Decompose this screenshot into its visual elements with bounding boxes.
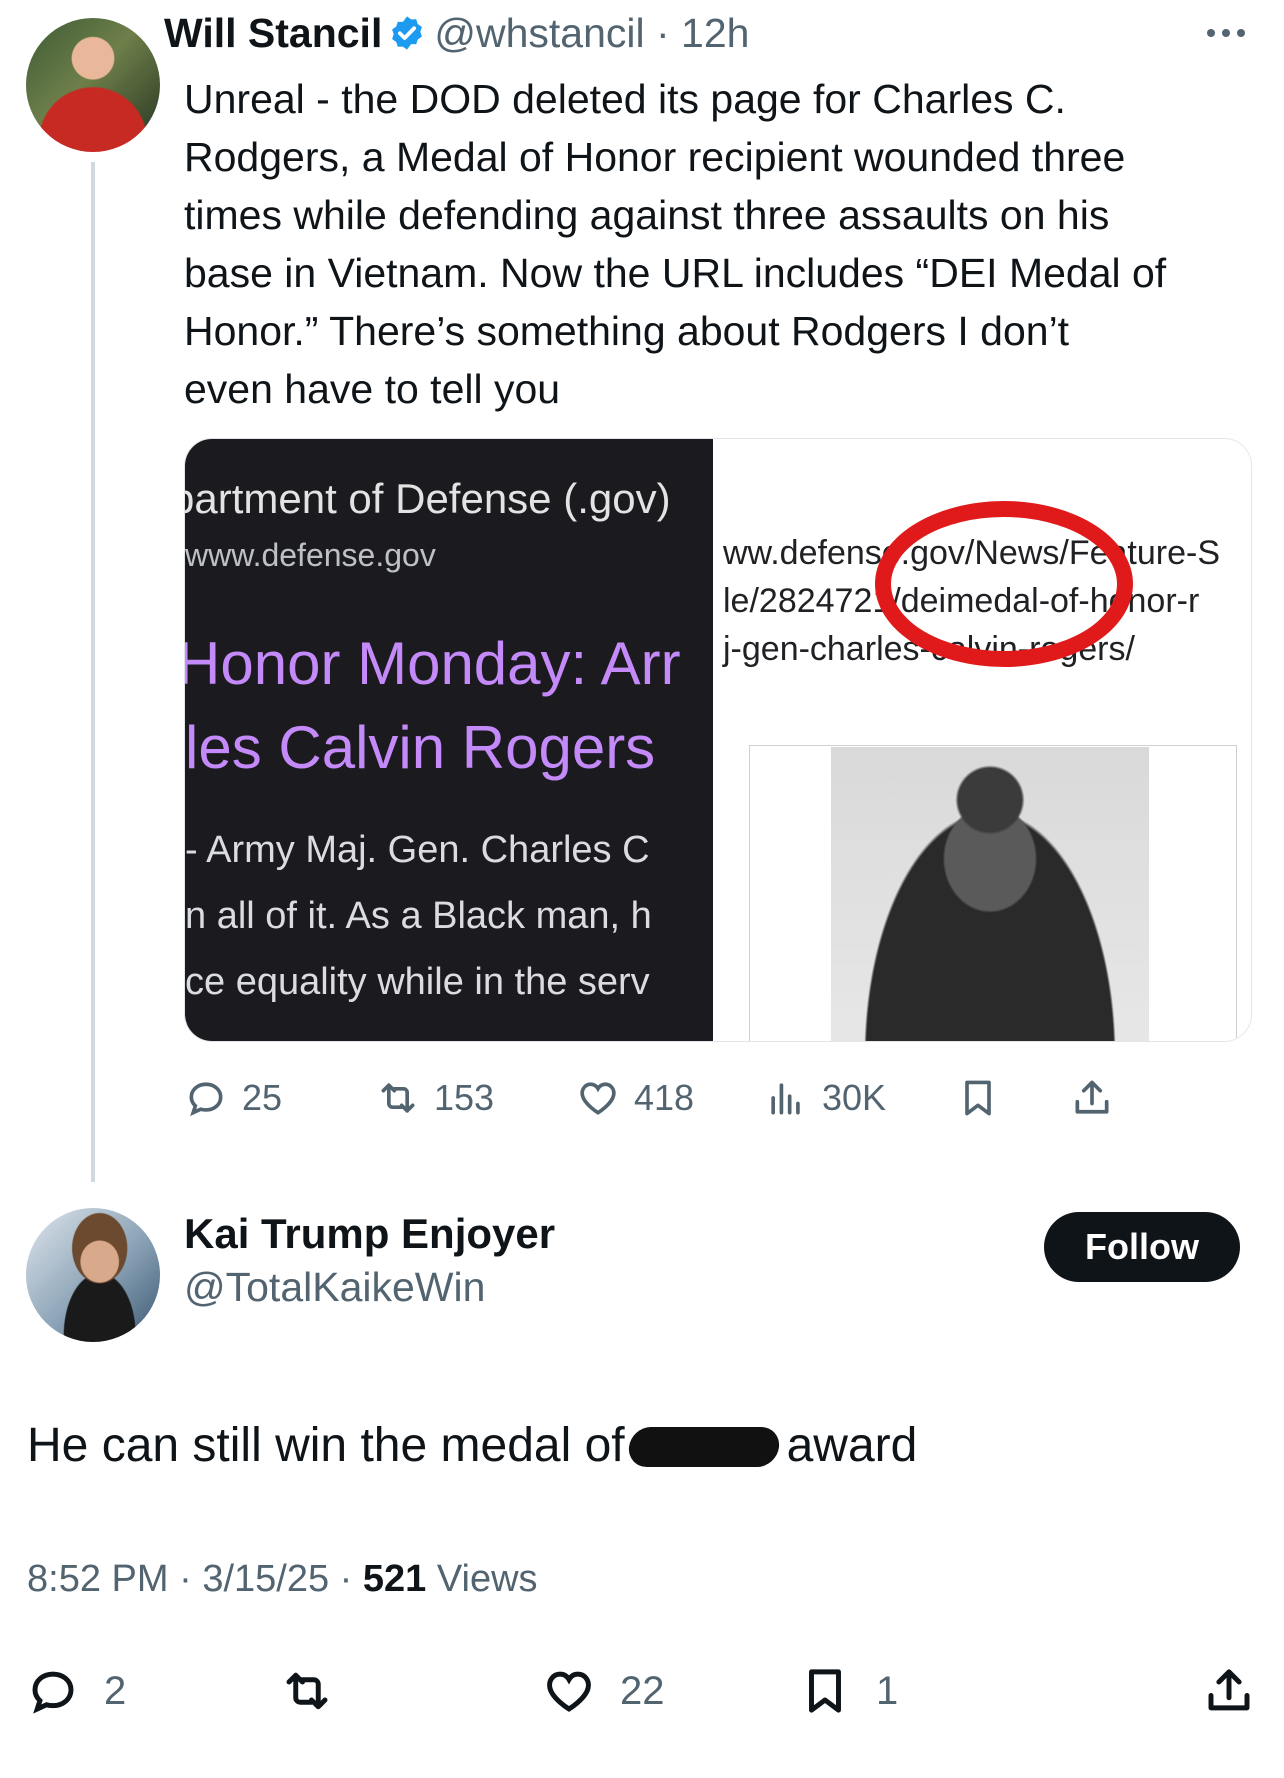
reply-views-label: Views	[436, 1558, 538, 1600]
reply-author-handle[interactable]: @TotalKaikeWin	[184, 1264, 485, 1311]
author-handle[interactable]: @whstancil	[434, 10, 644, 56]
meta-separator: ·	[329, 1558, 363, 1600]
reply-author-avatar[interactable]	[26, 1208, 160, 1342]
reply-reply-button[interactable]: 2	[26, 1656, 126, 1726]
reply-action-bar: 2 22 1	[26, 1656, 1266, 1726]
reply-views-count: 521	[362, 1558, 427, 1600]
tweet-action-bar: 25 153 418 30K	[184, 1068, 1254, 1128]
views-icon	[771, 1083, 800, 1115]
view-count: 30K	[822, 1077, 887, 1118]
tweet-text: Unreal - the DOD deleted its page for Ch…	[184, 76, 1167, 412]
verified-badge-icon	[392, 16, 423, 50]
reply-count: 25	[242, 1077, 283, 1118]
redaction-scribble	[626, 1427, 781, 1467]
share-icon	[1208, 1669, 1250, 1711]
reply-meta: 8:52 PM · 3/15/25 · 521 Views	[27, 1558, 538, 1601]
follow-button[interactable]: Follow	[1044, 1212, 1240, 1282]
like-button[interactable]: 418	[576, 1068, 694, 1128]
result-headline-line-2: les Calvin Rogers	[185, 714, 656, 781]
reply-text-before: He can still win the medal of	[27, 1419, 625, 1472]
search-result-screenshot: partment of Defense (.gov) www.defense.g…	[185, 439, 713, 1041]
author-name[interactable]: Will Stancil	[164, 10, 382, 56]
more-icon[interactable]	[1207, 24, 1253, 40]
repost-icon	[381, 1083, 415, 1113]
bookmark-icon	[809, 1669, 841, 1713]
reply-reply-count: 2	[104, 1668, 127, 1713]
meta-separator: ·	[168, 1558, 203, 1600]
reply-share-button[interactable]	[1202, 1656, 1280, 1726]
reply-author-name[interactable]: Kai Trump Enjoyer	[184, 1210, 555, 1258]
reply-time[interactable]: 8:52 PM	[27, 1558, 169, 1600]
bookmark-button[interactable]	[956, 1068, 1014, 1128]
thread-connector-line	[91, 162, 95, 1182]
result-snippet-line-1: - Army Maj. Gen. Charles C	[185, 829, 650, 871]
share-icon	[1075, 1080, 1109, 1114]
reply-icon	[189, 1082, 223, 1117]
repost-button[interactable]: 153	[376, 1068, 494, 1128]
reply-bookmark-count: 1	[876, 1668, 899, 1713]
url-screenshot: ww.defense.gov/News/Feature-S le/2824721…	[713, 439, 1251, 1041]
reply-date[interactable]: 3/15/25	[202, 1558, 329, 1600]
reply-repost-button[interactable]	[280, 1656, 358, 1726]
tweet-header: Will Stancil @whstancil · 12h	[164, 10, 749, 57]
reply-bookmark-button[interactable]: 1	[798, 1656, 898, 1726]
portrait-photo	[831, 747, 1149, 1041]
like-icon	[547, 1671, 591, 1712]
reply-text-after: award	[786, 1419, 918, 1472]
repost-count: 153	[434, 1077, 495, 1118]
reply-icon	[32, 1671, 74, 1714]
repost-icon	[286, 1672, 328, 1710]
reply-button[interactable]: 25	[184, 1068, 282, 1128]
result-snippet-line-3: ce equality while in the serv	[185, 961, 650, 1003]
reply-like-count: 22	[620, 1668, 665, 1713]
reply-text: He can still win the medal of award	[27, 1418, 917, 1473]
author-avatar[interactable]	[26, 18, 160, 152]
result-headline-line-1: Honor Monday: Arr	[185, 630, 681, 697]
red-circle-annotation	[875, 501, 1133, 667]
like-icon	[580, 1082, 616, 1115]
like-count: 418	[634, 1077, 695, 1118]
bookmark-icon	[965, 1080, 991, 1116]
header-separator: ·	[644, 10, 682, 56]
tweet-timestamp[interactable]: 12h	[681, 10, 749, 56]
result-snippet-line-2: n all of it. As a Black man, h	[185, 895, 652, 937]
reply-like-button[interactable]: 22	[542, 1656, 665, 1726]
share-button[interactable]	[1070, 1068, 1128, 1128]
result-url: www.defense.gov	[185, 537, 436, 573]
result-site-name: partment of Defense (.gov)	[185, 475, 671, 522]
tweet-media-image[interactable]: partment of Defense (.gov) www.defense.g…	[184, 438, 1252, 1042]
views-button[interactable]: 30K	[764, 1068, 886, 1128]
